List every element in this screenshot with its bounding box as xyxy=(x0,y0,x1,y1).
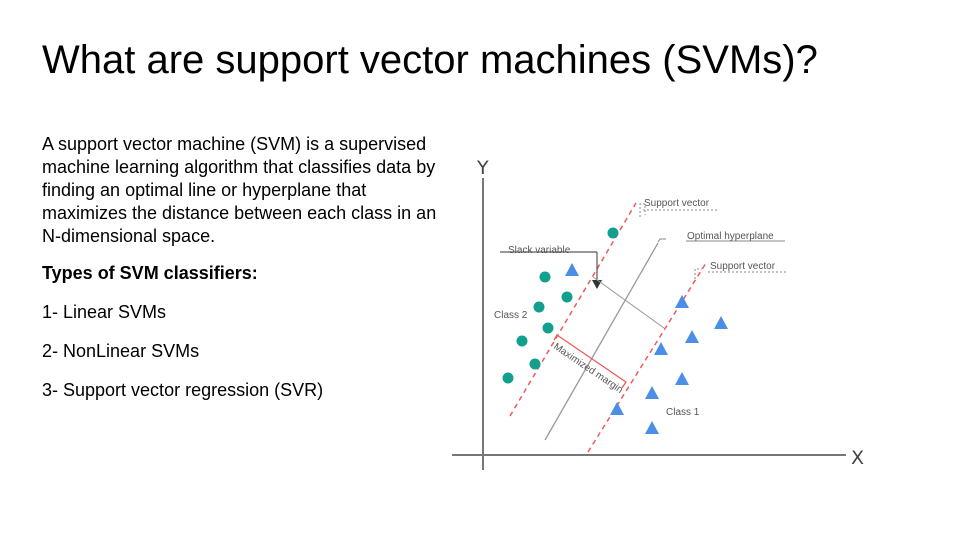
class-2-point xyxy=(533,301,545,313)
type-item-nonlinear: 2- NonLinear SVMs xyxy=(42,341,200,361)
intro-paragraph: A support vector machine (SVM) is a supe… xyxy=(42,134,437,246)
type-item-regression: 3- Support vector regression (SVR) xyxy=(42,380,324,400)
optimal-hyperplane-label: Optimal hyperplane xyxy=(687,231,774,242)
support-vector-top-label: Support vector xyxy=(644,198,710,209)
class-1-label: Class 1 xyxy=(666,407,700,418)
class-1-point xyxy=(675,295,689,308)
margin-perpendicular-line xyxy=(592,276,665,329)
type-item-linear: 1- Linear SVMs xyxy=(42,302,167,322)
maximized-margin-label: Maximized margin xyxy=(551,341,624,395)
class-1-point xyxy=(685,330,699,343)
class-1-point xyxy=(675,372,689,385)
slide-body: A support vector machine (SVM) is a supe… xyxy=(42,133,442,402)
class-1-point xyxy=(714,316,728,329)
class-2-point xyxy=(542,322,554,334)
class-1-point xyxy=(565,263,579,276)
class-2-point xyxy=(502,372,514,384)
slide-title: What are support vector machines (SVMs)? xyxy=(42,38,818,82)
x-axis-label: X xyxy=(851,447,864,469)
svm-diagram: Y X Maximized margin Support vector Opti… xyxy=(452,157,864,470)
class-1-point xyxy=(645,421,659,434)
class-1-point xyxy=(610,402,624,415)
class-2-label: Class 2 xyxy=(494,310,528,321)
types-heading: Types of SVM classifiers: xyxy=(42,263,258,283)
class-1-point xyxy=(645,386,659,399)
class-2-point xyxy=(529,358,541,370)
optimal-hyperplane-leader xyxy=(657,238,666,243)
optimal-hyperplane-line xyxy=(544,242,659,441)
class-2-point xyxy=(561,291,573,303)
class-2-point xyxy=(539,271,551,283)
class-2-point xyxy=(607,227,619,239)
slack-variable-arrowhead xyxy=(592,280,602,289)
support-vector-right-label: Support vector xyxy=(710,261,776,272)
class-2-point xyxy=(516,335,528,347)
slack-variable-label: Slack variable xyxy=(508,245,571,256)
y-axis-label: Y xyxy=(476,157,489,179)
margin-line-class-1 xyxy=(587,262,707,453)
